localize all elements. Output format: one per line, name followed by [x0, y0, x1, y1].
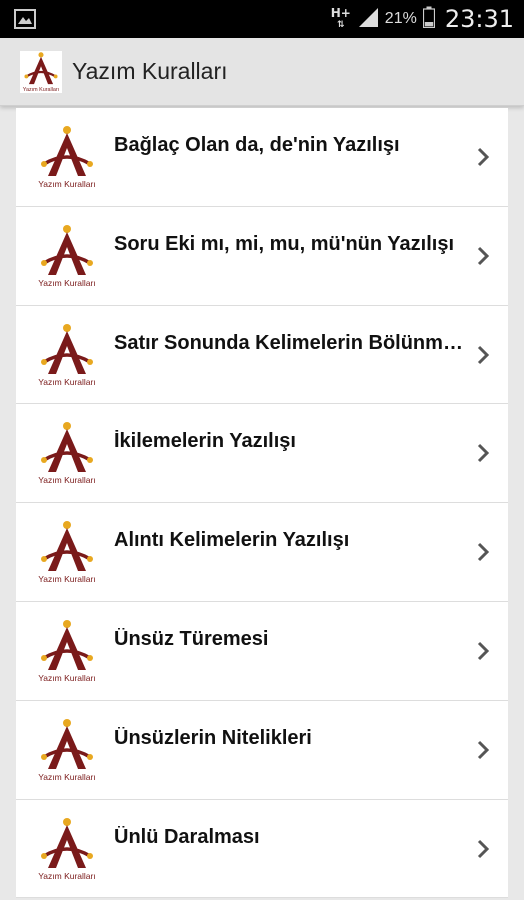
list-item[interactable]: Yazım Kuralları Satır Sonunda Kelimeleri… [16, 305, 508, 405]
rule-logo-text: Yazım Kuralları [38, 278, 95, 288]
signal-icon [357, 6, 379, 33]
rule-logo-icon: Yazım Kuralları [36, 618, 98, 684]
rule-logo-icon: Yazım Kuralları [36, 223, 98, 289]
battery-icon [422, 6, 435, 33]
list-item-label: Satır Sonunda Kelimelerin Bölünmesi [114, 331, 464, 354]
page-title: Yazım Kuralları [72, 58, 228, 84]
list-item-label: Ünlü Daralması [114, 825, 260, 848]
rule-logo-text: Yazım Kuralları [38, 377, 95, 387]
rule-logo-icon: Yazım Kuralları [36, 519, 98, 585]
list-item-label: Ünsüz Türemesi [114, 627, 269, 650]
chevron-right-icon [476, 245, 490, 267]
chevron-right-icon [476, 838, 490, 860]
gallery-icon [14, 9, 36, 29]
network-type-label: H+ [330, 6, 351, 20]
rules-list: Yazım Kuralları Bağlaç Olan da, de'nin Y… [16, 108, 508, 899]
chevron-right-icon [476, 442, 490, 464]
list-item[interactable]: Yazım Kuralları Ünsüz Türemesi [16, 601, 508, 701]
rule-logo-text: Yazım Kuralları [38, 179, 95, 189]
list-item[interactable]: Yazım Kuralları İkilemelerin Yazılışı [16, 404, 508, 504]
rule-logo-text: Yazım Kuralları [38, 772, 95, 782]
rule-logo-icon: Yazım Kuralları [36, 420, 98, 486]
list-item-label: Ünsüzlerin Nitelikleri [114, 726, 312, 749]
network-arrows-icon: ⇅ [336, 20, 345, 30]
rule-logo-text: Yazım Kuralları [38, 871, 95, 881]
battery-percent: 21% [384, 10, 417, 27]
rule-logo-text: Yazım Kuralları [38, 475, 95, 485]
list-item-label: Soru Eki mı, mi, mu, mü'nün Yazılışı [114, 232, 455, 255]
list-item[interactable]: Yazım Kuralları Alıntı Kelimelerin Yazıl… [16, 503, 508, 602]
rule-logo-text: Yazım Kuralları [38, 574, 95, 584]
list-item[interactable]: Yazım Kuralları Bağlaç Olan da, de'nin Y… [16, 108, 508, 207]
chevron-right-icon [476, 739, 490, 761]
chevron-right-icon [476, 640, 490, 662]
rule-logo-text: Yazım Kuralları [38, 673, 95, 683]
network-type-indicator: H+ ⇅ [330, 6, 351, 30]
app-bar: Yazım Kuralları Yazım Kuralları [0, 38, 524, 106]
chevron-right-icon [476, 344, 490, 366]
list-item-label: Bağlaç Olan da, de'nin Yazılışı [114, 134, 400, 156]
chevron-right-icon [476, 541, 490, 563]
rule-logo-icon: Yazım Kuralları [36, 816, 98, 882]
rule-logo-icon: Yazım Kuralları [36, 717, 98, 783]
status-bar: H+ ⇅ 21% 23:31 [0, 0, 524, 38]
rule-logo-icon: Yazım Kuralları [36, 322, 98, 388]
rule-logo-icon: Yazım Kuralları [36, 124, 98, 190]
list-item[interactable]: Yazım Kuralları Soru Eki mı, mi, mu, mü'… [16, 206, 508, 306]
app-logo-icon[interactable]: Yazım Kuralları [20, 51, 62, 93]
app-logo-text: Yazım Kuralları [23, 87, 59, 93]
list-item[interactable]: Yazım Kuralları Ünsüzlerin Nitelikleri [16, 700, 508, 800]
list-item-label: İkilemelerin Yazılışı [114, 430, 296, 453]
list-item[interactable]: Yazım Kuralları Ünlü Daralması [16, 799, 508, 899]
chevron-right-icon [476, 146, 490, 168]
clock: 23:31 [444, 5, 514, 33]
list-item-label: Alıntı Kelimelerin Yazılışı [114, 529, 350, 552]
